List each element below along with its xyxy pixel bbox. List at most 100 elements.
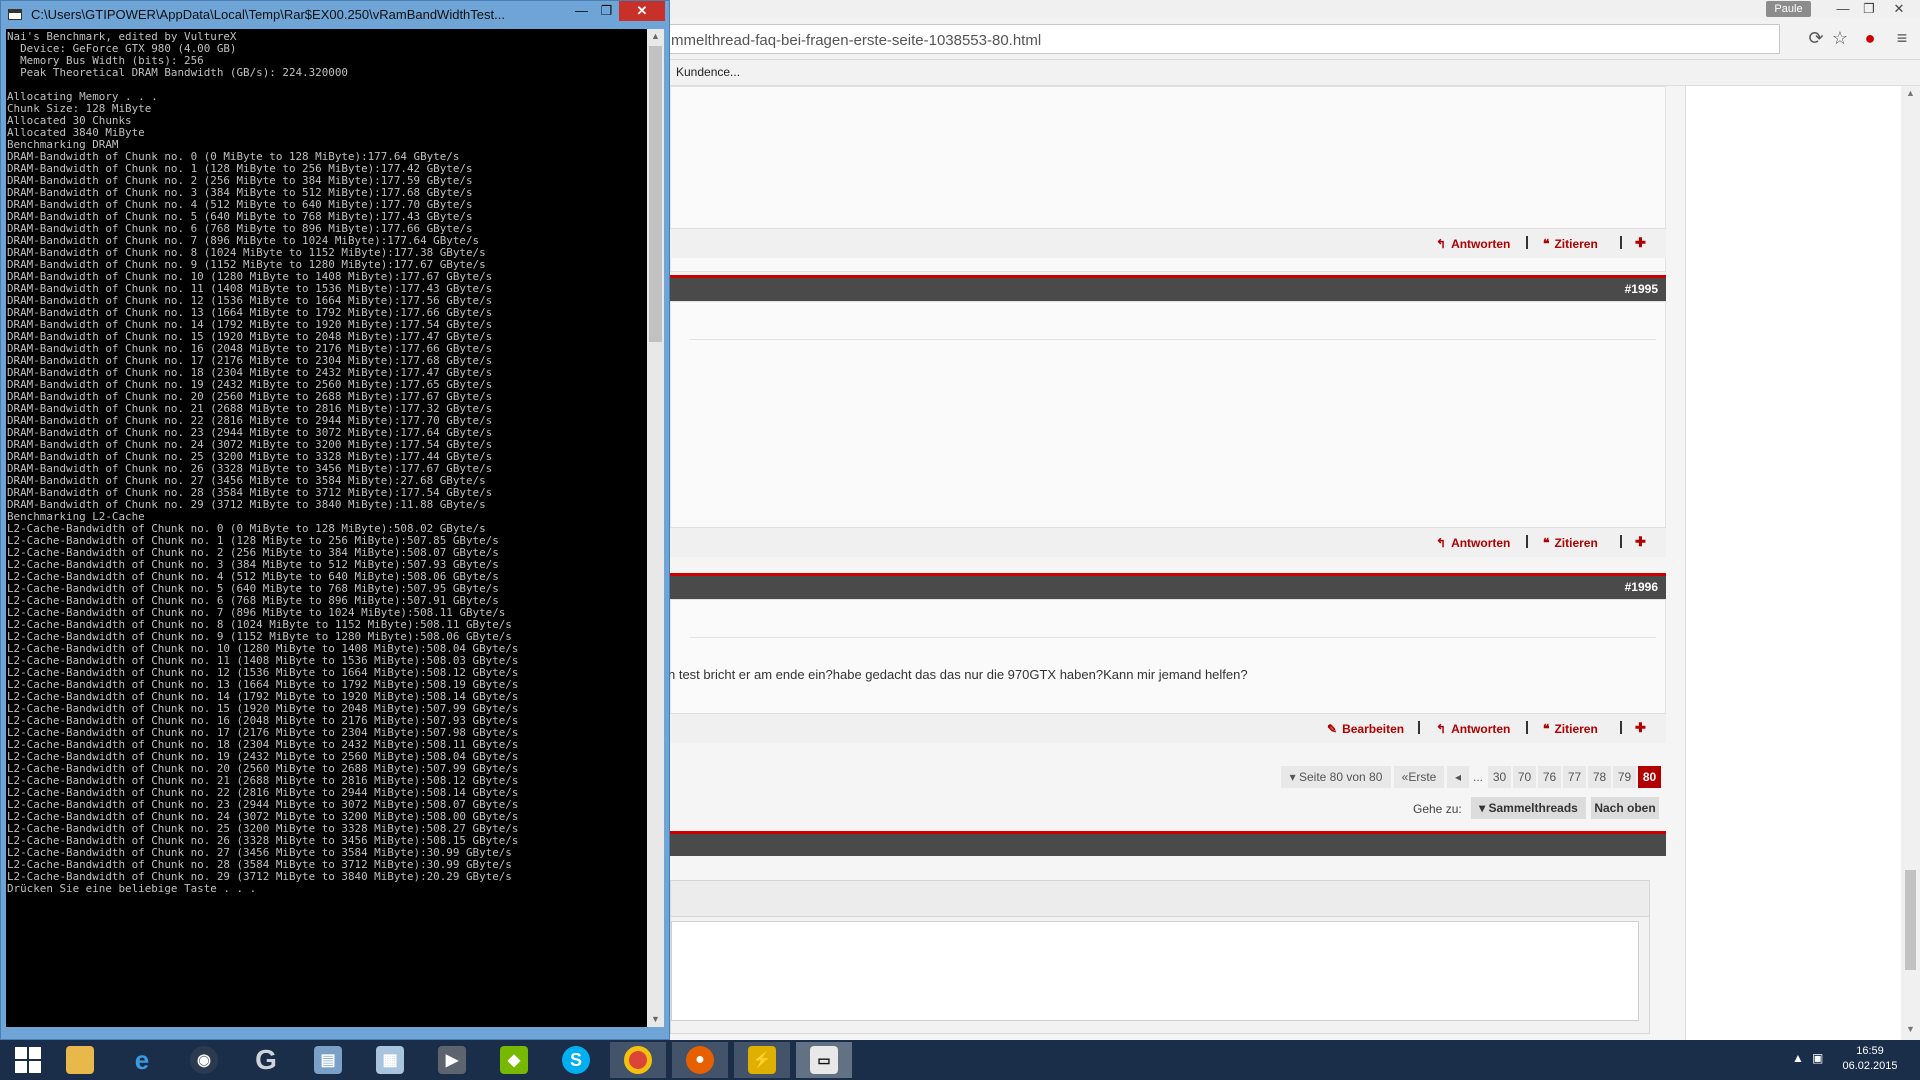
scroll-up-icon[interactable]: ▲	[1901, 88, 1920, 102]
page-info-dropdown[interactable]: ▾ Seite 80 von 80	[1281, 766, 1391, 788]
browser-minimize-button[interactable]: —	[1830, 0, 1856, 18]
star-icon[interactable]: ☆	[1828, 27, 1852, 49]
console-maximize-button[interactable]: ❐	[594, 1, 619, 21]
back-to-top-button[interactable]: Nach oben	[1591, 797, 1659, 819]
divider	[1526, 535, 1528, 548]
chrome-button[interactable]	[610, 1042, 666, 1078]
firefox-icon: ●	[686, 1046, 714, 1074]
quote-button[interactable]: ❝ Zitieren	[1543, 536, 1598, 550]
network-status-icon[interactable]: ▣	[1812, 1051, 1823, 1065]
scroll-thumb[interactable]	[1905, 870, 1916, 970]
page-link[interactable]: 78	[1588, 766, 1611, 788]
multiquote-icon[interactable]: ✚	[1635, 235, 1646, 251]
pencil-icon: ✎	[1327, 722, 1338, 736]
browser-restore-button[interactable]: ❐	[1856, 0, 1882, 18]
media-app-button[interactable]: ▶	[424, 1042, 480, 1078]
current-page[interactable]: 80	[1638, 766, 1661, 788]
quick-reply-header	[670, 831, 1666, 856]
tray-expand-icon[interactable]: ▲	[1792, 1051, 1804, 1065]
gpu-tool-button[interactable]: ⚡	[734, 1042, 790, 1078]
network-app-button[interactable]: ▤	[300, 1042, 356, 1078]
multiquote-icon[interactable]: ✚	[1635, 534, 1646, 550]
console-line: Peak Theoretical DRAM Bandwidth (GB/s): …	[7, 66, 348, 79]
url-text: mmelthread-faq-bei-fragen-erste-seite-10…	[671, 32, 1042, 49]
console-app-icon: ▭	[810, 1046, 838, 1074]
firefox-button[interactable]: ●	[672, 1042, 728, 1078]
reply-button[interactable]: ↰ Antworten	[1436, 237, 1510, 251]
scroll-thumb[interactable]	[649, 46, 662, 342]
steam-button[interactable]: ◉	[176, 1042, 232, 1078]
scroll-down-icon[interactable]: ▼	[1901, 1024, 1920, 1038]
nvidia-icon: ◆	[500, 1046, 528, 1074]
windows-icon	[15, 1047, 41, 1073]
browser-close-button[interactable]: ✕	[1886, 0, 1912, 18]
console-close-button[interactable]: ✕	[619, 1, 665, 21]
first-page-button[interactable]: «Erste	[1394, 766, 1444, 788]
divider	[1526, 721, 1528, 734]
prev-page-button[interactable]: ◂	[1447, 766, 1469, 788]
skype-button[interactable]: S	[548, 1042, 604, 1078]
scroll-down-icon[interactable]: ▼	[647, 1012, 664, 1027]
gpu-tool-icon: ⚡	[748, 1046, 776, 1074]
post-actions: ↰ Antworten ❝ Zitieren ✚	[670, 228, 1666, 258]
console-window: C:\Users\GTIPOWER\AppData\Local\Temp\Rar…	[0, 0, 670, 1040]
g-launcher-button[interactable]: G	[238, 1042, 294, 1078]
steam-icon: ◉	[190, 1046, 218, 1074]
console-text: Nai's Benchmark, edited by VultureX Devi…	[7, 31, 518, 895]
editor-toolbar	[671, 881, 1649, 917]
quick-reply-editor	[670, 880, 1650, 1034]
console-icon	[8, 9, 22, 20]
console-scrollbar[interactable]: ▲ ▼	[647, 29, 664, 1027]
divider	[1418, 721, 1420, 734]
nvidia-button[interactable]: ◆	[486, 1042, 542, 1078]
sidebar-panel	[1685, 86, 1901, 1040]
menu-icon[interactable]: ≡	[1890, 27, 1914, 49]
reply-icon: ↰	[1436, 536, 1447, 550]
divider	[1526, 236, 1528, 249]
bookmark-item[interactable]: Kundence...	[676, 65, 740, 79]
goto-dropdown[interactable]: ▾ Sammelthreads	[1471, 797, 1586, 819]
chrome-icon	[624, 1046, 652, 1074]
console-title: C:\Users\GTIPOWER\AppData\Local\Temp\Rar…	[31, 7, 505, 22]
divider	[1620, 535, 1622, 548]
edit-button[interactable]: ✎ Bearbeiten	[1327, 722, 1404, 736]
quote-icon: ❝	[1543, 237, 1550, 251]
console-output: Nai's Benchmark, edited by VultureX Devi…	[6, 29, 647, 1027]
address-bar[interactable]: mmelthread-faq-bei-fragen-erste-seite-10…	[600, 24, 1780, 54]
reply-textarea[interactable]	[671, 921, 1639, 1021]
calculator-button[interactable]: ▦	[362, 1042, 418, 1078]
multiquote-icon[interactable]: ✚	[1635, 720, 1646, 736]
page-link[interactable]: 79	[1613, 766, 1636, 788]
page-link[interactable]: 77	[1563, 766, 1586, 788]
console-titlebar[interactable]: C:\Users\GTIPOWER\AppData\Local\Temp\Rar…	[1, 1, 669, 28]
quote-button[interactable]: ❝ Zitieren	[1543, 237, 1598, 251]
pagination-ellipsis: ...	[1472, 770, 1483, 784]
page-link[interactable]: 70	[1513, 766, 1536, 788]
post-number[interactable]: #1996	[1625, 580, 1658, 594]
extension-icon[interactable]: ●	[1858, 27, 1882, 49]
page-link[interactable]: 30	[1488, 766, 1511, 788]
page-scrollbar[interactable]: ▲ ▼	[1901, 86, 1920, 1040]
quote-icon: ❝	[1543, 722, 1550, 736]
clock[interactable]: 16:59 06.02.2015	[1838, 1044, 1902, 1074]
goto-label: Gehe zu:	[1413, 802, 1462, 816]
scroll-up-icon[interactable]: ▲	[647, 29, 664, 44]
calculator-icon: ▦	[376, 1046, 404, 1074]
start-button[interactable]	[0, 1042, 56, 1078]
page-link[interactable]: 76	[1538, 766, 1561, 788]
internet-explorer-button[interactable]: e	[114, 1042, 170, 1078]
quote-button[interactable]: ❝ Zitieren	[1543, 722, 1598, 736]
divider	[1620, 236, 1622, 249]
reply-button[interactable]: ↰ Antworten	[1436, 536, 1510, 550]
profile-badge[interactable]: Paule	[1766, 1, 1811, 17]
console-taskbar-button[interactable]: ▭	[796, 1042, 852, 1078]
folder-icon	[66, 1046, 94, 1074]
reload-icon[interactable]: ⟳	[1804, 27, 1828, 49]
skype-icon: S	[562, 1046, 590, 1074]
post-number[interactable]: #1995	[1625, 282, 1658, 296]
file-explorer-button[interactable]	[52, 1042, 108, 1078]
reply-button[interactable]: ↰ Antworten	[1436, 722, 1510, 736]
post-header: #1996	[670, 573, 1666, 599]
internet-explorer-icon: e	[134, 1044, 150, 1075]
console-minimize-button[interactable]: —	[569, 1, 594, 21]
